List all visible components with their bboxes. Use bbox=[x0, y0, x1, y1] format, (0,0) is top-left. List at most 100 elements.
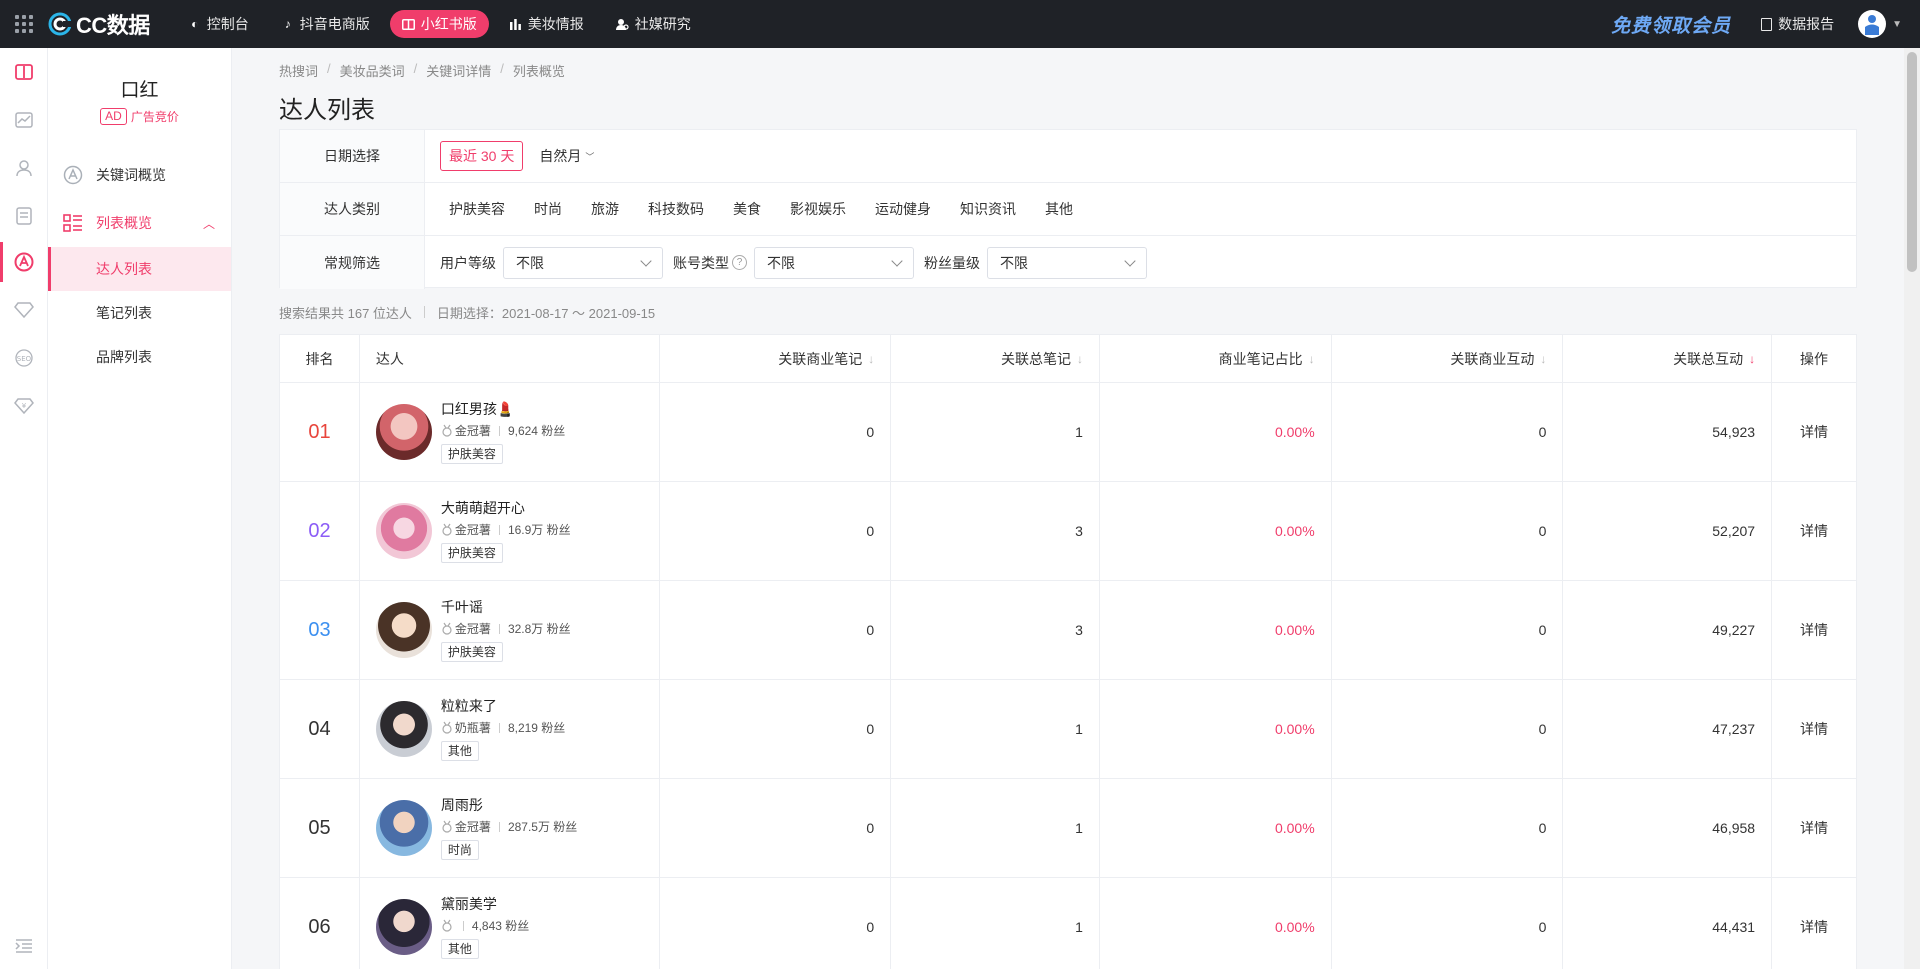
data-report-link[interactable]: 数据报告 bbox=[1761, 14, 1834, 34]
nav-xiaohongshu[interactable]: 小红书版 bbox=[389, 10, 489, 38]
keyword-analysis-icon[interactable] bbox=[12, 250, 36, 274]
detail-button[interactable]: 详情 bbox=[1772, 680, 1856, 778]
fans-level-select[interactable]: 不限 bbox=[987, 246, 1147, 279]
nav-label: 抖音电商版 bbox=[299, 16, 370, 32]
select-value: 不限 bbox=[767, 254, 795, 271]
notes-icon[interactable] bbox=[12, 204, 36, 228]
biz-interact-cell: 0 bbox=[1332, 383, 1564, 481]
avatar[interactable] bbox=[375, 503, 432, 559]
total-interact-cell: 46,958 bbox=[1563, 779, 1773, 877]
ad-bid-link[interactable]: AD 广告竞价 bbox=[48, 108, 231, 125]
seo-icon[interactable]: SEO bbox=[12, 346, 36, 370]
breadcrumb-item[interactable]: 美妆品类词 bbox=[340, 61, 405, 80]
user-level-label: 用户等级 bbox=[440, 254, 496, 271]
detail-button[interactable]: 详情 bbox=[1772, 779, 1856, 877]
column-header-biz-notes[interactable]: 关联商业笔记 ↓ bbox=[660, 335, 892, 382]
avatar[interactable] bbox=[375, 602, 432, 658]
filter-row-date: 日期选择 最近 30 天 自然月 ﹀ bbox=[280, 130, 1856, 183]
scrollbar-thumb[interactable] bbox=[1907, 52, 1917, 272]
rank-cell: 06 bbox=[280, 878, 360, 969]
sidebar-subitem-note-list[interactable]: 笔记列表 bbox=[48, 291, 231, 335]
category-option[interactable]: 护肤美容 bbox=[440, 199, 514, 219]
column-header-rank: 排名 bbox=[280, 335, 360, 382]
nav-dashboard[interactable]: ◐ 控制台 bbox=[176, 10, 261, 38]
apps-grid-icon[interactable] bbox=[0, 0, 48, 48]
user-name[interactable]: 粒粒来了 bbox=[441, 697, 565, 715]
vip-promo-link[interactable]: 免费领取会员 bbox=[1611, 11, 1731, 38]
category-option[interactable]: 影视娱乐 bbox=[781, 199, 855, 219]
column-header-biz-ratio[interactable]: 商业笔记占比 ↓ bbox=[1100, 335, 1332, 382]
sidebar-subitem-brand-list[interactable]: 品牌列表 bbox=[48, 335, 231, 379]
total-interact-cell: 54,923 bbox=[1563, 383, 1773, 481]
category-option[interactable]: 时尚 bbox=[525, 199, 571, 219]
help-icon[interactable]: ? bbox=[732, 255, 747, 270]
avatar[interactable] bbox=[375, 899, 432, 955]
breadcrumb-separator: / bbox=[500, 61, 504, 76]
user-name[interactable]: 大萌萌超开心 bbox=[441, 499, 571, 517]
divider bbox=[498, 722, 500, 733]
user-name[interactable]: 口红男孩💄 bbox=[441, 400, 565, 418]
user-search-icon bbox=[616, 17, 630, 31]
sidebar-item-keyword-overview[interactable]: 关键词概览 bbox=[48, 151, 231, 199]
avatar[interactable] bbox=[375, 701, 432, 757]
detail-button[interactable]: 详情 bbox=[1772, 482, 1856, 580]
svg-text:SEO: SEO bbox=[17, 355, 32, 363]
collapse-menu-icon[interactable] bbox=[12, 934, 36, 958]
column-header-biz-interact[interactable]: 关联商业互动 ↓ bbox=[1332, 335, 1564, 382]
diamond-icon[interactable] bbox=[12, 298, 36, 322]
total-notes-cell: 3 bbox=[891, 482, 1100, 580]
user-name[interactable]: 千叶谣 bbox=[441, 598, 571, 616]
account-type-select[interactable]: 不限 bbox=[754, 246, 914, 279]
user-name[interactable]: 黛丽美学 bbox=[441, 895, 529, 913]
brand-logo[interactable]: CC数据 bbox=[48, 8, 150, 40]
trend-icon[interactable] bbox=[12, 108, 36, 132]
chevron-down-icon: ﹀ bbox=[585, 151, 595, 162]
avatar[interactable] bbox=[375, 800, 432, 856]
category-tag: 时尚 bbox=[440, 840, 479, 860]
natural-month-dropdown[interactable]: 自然月 ﹀ bbox=[539, 146, 594, 166]
nav-douyin[interactable]: ♪ 抖音电商版 bbox=[269, 10, 382, 38]
user-avatar[interactable] bbox=[1858, 10, 1887, 38]
category-option[interactable]: 运动健身 bbox=[866, 199, 940, 219]
users-icon[interactable] bbox=[12, 156, 36, 180]
user-meta: 奶瓶薯 8,219 粉丝 bbox=[441, 719, 565, 736]
medal-icon bbox=[442, 523, 452, 536]
biz-notes-cell: 0 bbox=[660, 878, 892, 969]
total-interact-cell: 52,207 bbox=[1563, 482, 1773, 580]
user-name[interactable]: 周雨彤 bbox=[441, 796, 577, 814]
header-label: 关联商业互动 bbox=[1450, 350, 1535, 367]
avatar[interactable] bbox=[375, 404, 432, 460]
chevron-down-icon[interactable]: ▼ bbox=[1892, 19, 1902, 30]
yen-diamond-icon[interactable]: ¥ bbox=[12, 394, 36, 418]
sidebar-subitem-influencer-list[interactable]: 达人列表 bbox=[48, 247, 231, 291]
biz-ratio-cell: 0.00% bbox=[1100, 779, 1332, 877]
user-cell: 大萌萌超开心 金冠薯 16.9万 粉丝 护肤美容 bbox=[360, 482, 660, 580]
category-option[interactable]: 旅游 bbox=[582, 199, 628, 219]
category-option[interactable]: 知识资讯 bbox=[951, 199, 1025, 219]
detail-button[interactable]: 详情 bbox=[1772, 383, 1856, 481]
column-header-total-notes[interactable]: 关联总笔记 ↓ bbox=[891, 335, 1100, 382]
column-header-total-interact[interactable]: 关联总互动 ↓ bbox=[1563, 335, 1773, 382]
rank-cell: 03 bbox=[280, 581, 360, 679]
detail-button[interactable]: 详情 bbox=[1772, 581, 1856, 679]
detail-button[interactable]: 详情 bbox=[1772, 878, 1856, 969]
category-option[interactable]: 美食 bbox=[724, 199, 770, 219]
document-icon bbox=[1761, 17, 1773, 31]
sidebar: 口红 AD 广告竞价 关键词概览 列表概览 ︿ 达人列表 笔记列表 品牌列表 bbox=[48, 48, 232, 969]
user-level-select[interactable]: 不限 bbox=[503, 246, 663, 279]
breadcrumb-item[interactable]: 关键词详情 bbox=[426, 61, 491, 80]
chevron-up-icon[interactable]: ︿ bbox=[203, 215, 215, 232]
filter-panel: 日期选择 最近 30 天 自然月 ﹀ 达人类别 护肤美容 时尚 旅游 科技数码 … bbox=[279, 129, 1857, 289]
side-menu: 关键词概览 列表概览 ︿ 达人列表 笔记列表 品牌列表 bbox=[48, 151, 231, 379]
divider bbox=[462, 920, 464, 931]
category-option[interactable]: 其他 bbox=[1036, 199, 1082, 219]
page-title: 达人列表 bbox=[279, 97, 375, 124]
date-recent-30-button[interactable]: 最近 30 天 bbox=[440, 141, 524, 171]
sidebar-item-list-overview[interactable]: 列表概览 ︿ bbox=[48, 199, 231, 247]
rank-number: 03 bbox=[308, 618, 331, 641]
breadcrumb-item[interactable]: 热搜词 bbox=[279, 61, 318, 80]
category-option[interactable]: 科技数码 bbox=[639, 199, 713, 219]
nav-beauty-intel[interactable]: 美妆情报 bbox=[497, 10, 596, 38]
book-icon[interactable] bbox=[12, 60, 36, 84]
nav-social-research[interactable]: 社媒研究 bbox=[604, 10, 703, 38]
